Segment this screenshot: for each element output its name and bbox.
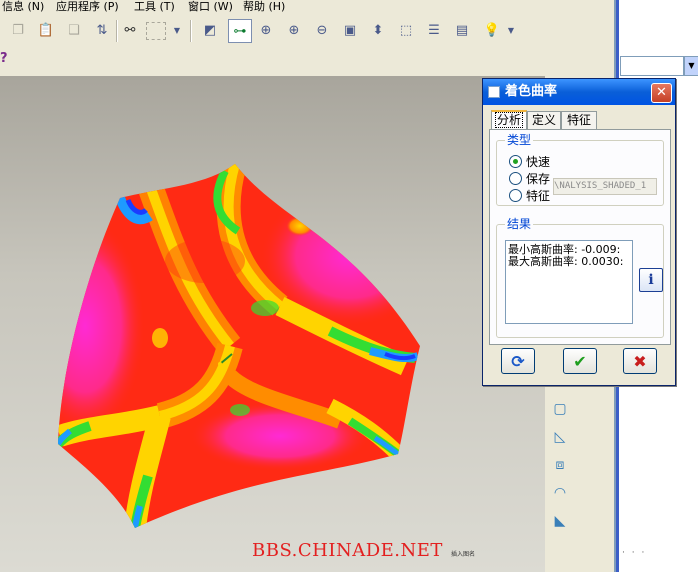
- plane-icon[interactable]: ▢: [549, 398, 571, 420]
- layers-icon[interactable]: ☰: [424, 20, 444, 40]
- shaded-curvature-dialog: 着色曲率 ✕ 分析 定义 特征 类型 快速 保存 特征 \NALYSIS_SHA…: [482, 78, 676, 386]
- select-box-icon[interactable]: [146, 22, 166, 40]
- regenerate-icon[interactable]: ⇅: [92, 20, 112, 40]
- max-gaussian-curvature: 最大高斯曲率: 0.0030:: [508, 255, 624, 268]
- saved-views-icon[interactable]: ⬚: [396, 20, 416, 40]
- dropdown-arrow-icon[interactable]: ▼: [684, 56, 698, 76]
- shell-icon[interactable]: ◠: [549, 482, 571, 504]
- watermark: BBS.CHINADE.NET: [252, 540, 443, 561]
- radio-feature[interactable]: 特征: [509, 187, 550, 203]
- datum-point-icon[interactable]: ⊶: [228, 19, 252, 43]
- radio-quick-label: 快速: [526, 154, 551, 169]
- panel-dots: · · ·: [622, 548, 647, 558]
- lightbulb-icon[interactable]: 💡: [482, 20, 502, 40]
- watermark-caption: 插入图名: [451, 551, 476, 558]
- type-group: 类型 快速 保存 特征 \NALYSIS_SHADED_1: [496, 133, 664, 206]
- menu-info[interactable]: 信息 (N): [2, 0, 44, 13]
- paste-special-icon[interactable]: ❑: [64, 20, 84, 40]
- tab-definition[interactable]: 定义: [527, 111, 561, 129]
- feature-toolbar: ▢ ◺ ⧈ ◠ ◣: [545, 378, 575, 572]
- zoom-in-icon[interactable]: ⊕: [284, 20, 304, 40]
- tab-feature[interactable]: 特征: [561, 111, 597, 129]
- analysis-name-field[interactable]: \NALYSIS_SHADED_1: [553, 178, 657, 195]
- context-help-icon[interactable]: ?: [0, 51, 8, 66]
- sketch-view-icon[interactable]: ◩: [200, 20, 220, 40]
- orient-icon[interactable]: ⬍: [368, 20, 388, 40]
- results-box[interactable]: 最小高斯曲率: -0.009: 最大高斯曲率: 0.0030: ◀ ▶: [505, 240, 633, 324]
- radio-saved[interactable]: 保存: [509, 170, 550, 186]
- spin-center-icon[interactable]: ⊕: [256, 20, 276, 40]
- close-icon[interactable]: ✕: [651, 83, 672, 103]
- menu-window[interactable]: 窗口 (W): [188, 0, 233, 13]
- result-group: 结果 最小高斯曲率: -0.009: 最大高斯曲率: 0.0030: ◀ ▶ i: [496, 217, 664, 338]
- window-icon: [488, 86, 500, 98]
- tab-label: 分析: [494, 112, 523, 128]
- cancel-button[interactable]: ✖: [623, 348, 657, 374]
- refit-icon[interactable]: ▣: [340, 20, 360, 40]
- draft-icon[interactable]: ⧈: [549, 454, 571, 476]
- radio-quick[interactable]: 快速: [509, 153, 550, 169]
- radio-feature-label: 特征: [526, 188, 551, 203]
- round-icon[interactable]: ◣: [549, 510, 571, 532]
- tab-analysis[interactable]: 分析: [491, 110, 527, 130]
- paste-icon[interactable]: 📋: [36, 20, 56, 40]
- menu-help[interactable]: 帮助 (H): [243, 0, 285, 13]
- offset-icon[interactable]: ◺: [549, 426, 571, 448]
- dropdown-icon[interactable]: ▼: [506, 20, 516, 40]
- ok-button[interactable]: ✔: [563, 348, 597, 374]
- graphics-viewport[interactable]: [0, 76, 545, 572]
- repeat-button[interactable]: ⟳: [501, 348, 535, 374]
- toolbar-separator: [190, 20, 192, 42]
- menu-tools[interactable]: 工具 (T): [134, 0, 175, 13]
- result-group-label: 结果: [505, 217, 534, 231]
- tab-content: 类型 快速 保存 特征 \NALYSIS_SHADED_1 结果 最小高斯曲率:…: [489, 129, 671, 345]
- radio-saved-label: 保存: [526, 171, 551, 186]
- menu-applications[interactable]: 应用程序 (P): [56, 0, 119, 13]
- type-group-label: 类型: [505, 133, 534, 147]
- copy-icon[interactable]: ❐: [8, 20, 28, 40]
- model-tree-icon[interactable]: ▤: [452, 20, 472, 40]
- filter-dropdown[interactable]: [620, 56, 684, 76]
- toolbar: ❐ 📋 ❑ ⇅ ⚯ ▼ ◩ ⊶ ⊕ ⊕ ⊖ ▣ ⬍ ⬚ ☰ ▤ 💡 ▼: [0, 14, 614, 58]
- curvature-surface: [58, 164, 420, 528]
- dialog-titlebar[interactable]: 着色曲率 ✕: [483, 79, 675, 105]
- find-icon[interactable]: ⚯: [120, 20, 140, 40]
- dropdown-icon[interactable]: ▼: [172, 20, 182, 40]
- info-icon[interactable]: i: [639, 268, 663, 292]
- menubar: 信息 (N) 应用程序 (P) 工具 (T) 窗口 (W) 帮助 (H): [0, 0, 614, 14]
- radio-selected-icon[interactable]: [509, 154, 522, 168]
- toolbar-separator: [116, 20, 118, 42]
- zoom-out-icon[interactable]: ⊖: [312, 20, 332, 40]
- radio-icon[interactable]: [509, 188, 522, 202]
- dialog-title: 着色曲率: [505, 84, 558, 99]
- radio-icon[interactable]: [509, 171, 522, 185]
